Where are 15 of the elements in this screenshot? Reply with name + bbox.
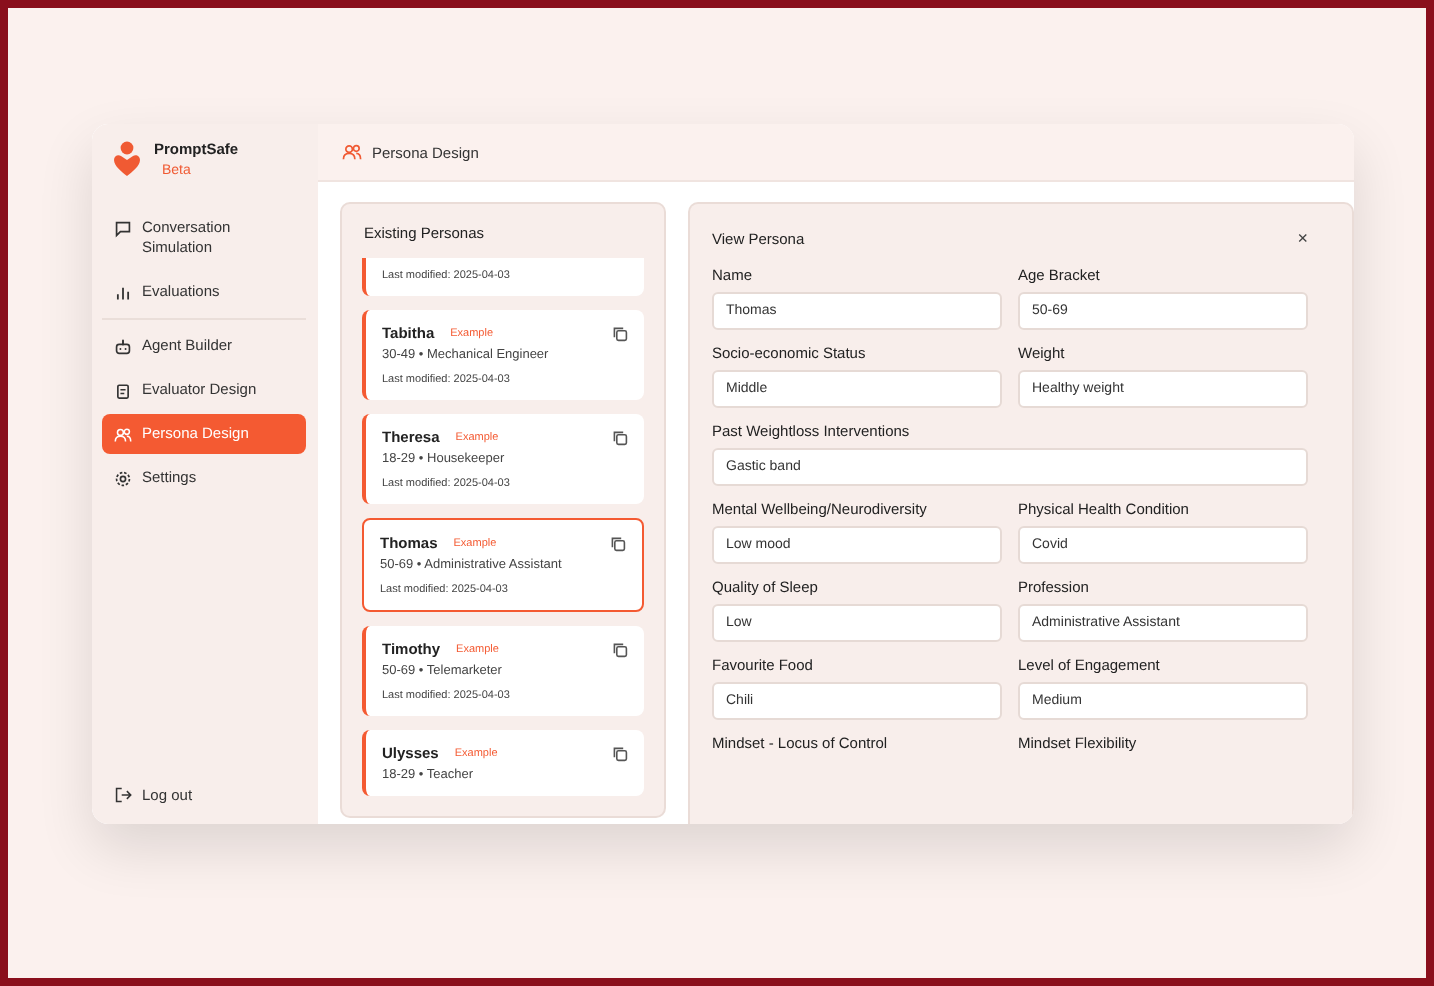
copy-icon[interactable] [610, 535, 626, 551]
clipboard-icon [114, 382, 132, 400]
logout-icon [114, 786, 132, 804]
logo-icon [112, 140, 142, 180]
copy-icon[interactable] [612, 641, 628, 657]
robot-icon [114, 338, 132, 356]
people-icon [114, 426, 132, 444]
copy-icon[interactable] [612, 745, 628, 761]
chat-bubble-icon [114, 220, 132, 238]
settings-icon [114, 470, 132, 488]
copy-icon[interactable] [612, 429, 628, 445]
bar-chart-icon [114, 284, 132, 302]
people-icon [342, 142, 362, 162]
close-button[interactable]: × [1297, 228, 1308, 248]
copy-icon[interactable] [612, 325, 628, 341]
